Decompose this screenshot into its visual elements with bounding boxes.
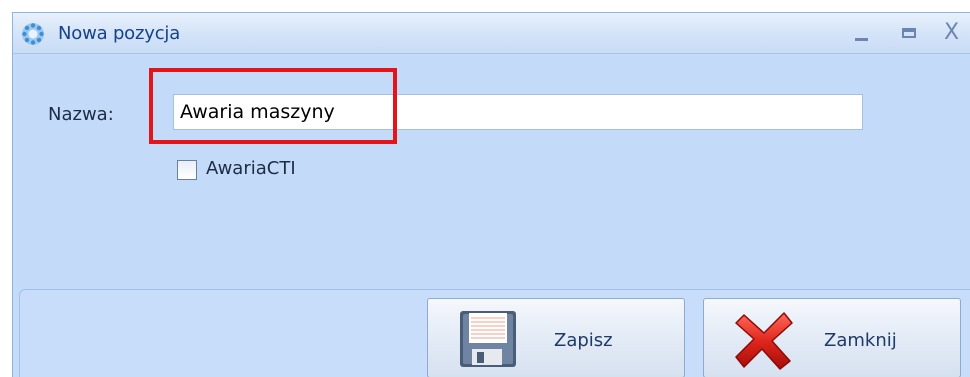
maximize-button[interactable] [897,21,923,45]
window-title: Nowa pozycja [58,23,181,44]
title-bar[interactable]: Nowa pozycja X [13,13,970,54]
checkbox-label[interactable]: AwariaCTI [206,158,296,179]
red-x-icon [735,312,793,370]
name-label: Nazwa: [48,104,114,125]
close-window-button[interactable]: X [941,20,967,45]
minimize-icon [855,38,868,41]
name-input[interactable] [173,94,863,130]
close-button[interactable]: Zamknij [703,298,961,377]
maximize-icon [902,28,916,38]
close-button-label: Zamknij [824,330,897,351]
dialog-window: Nowa pozycja X Nazwa: AwariaCTI [12,12,970,377]
close-icon: X [944,20,960,45]
awaria-cti-checkbox[interactable] [177,160,197,180]
floppy-disk-icon [460,311,516,367]
minimize-button[interactable] [849,21,875,45]
form-area: Nazwa: AwariaCTI [13,54,970,284]
save-button[interactable]: Zapisz [427,298,685,377]
app-icon [22,23,44,45]
save-button-label: Zapisz [554,330,613,351]
